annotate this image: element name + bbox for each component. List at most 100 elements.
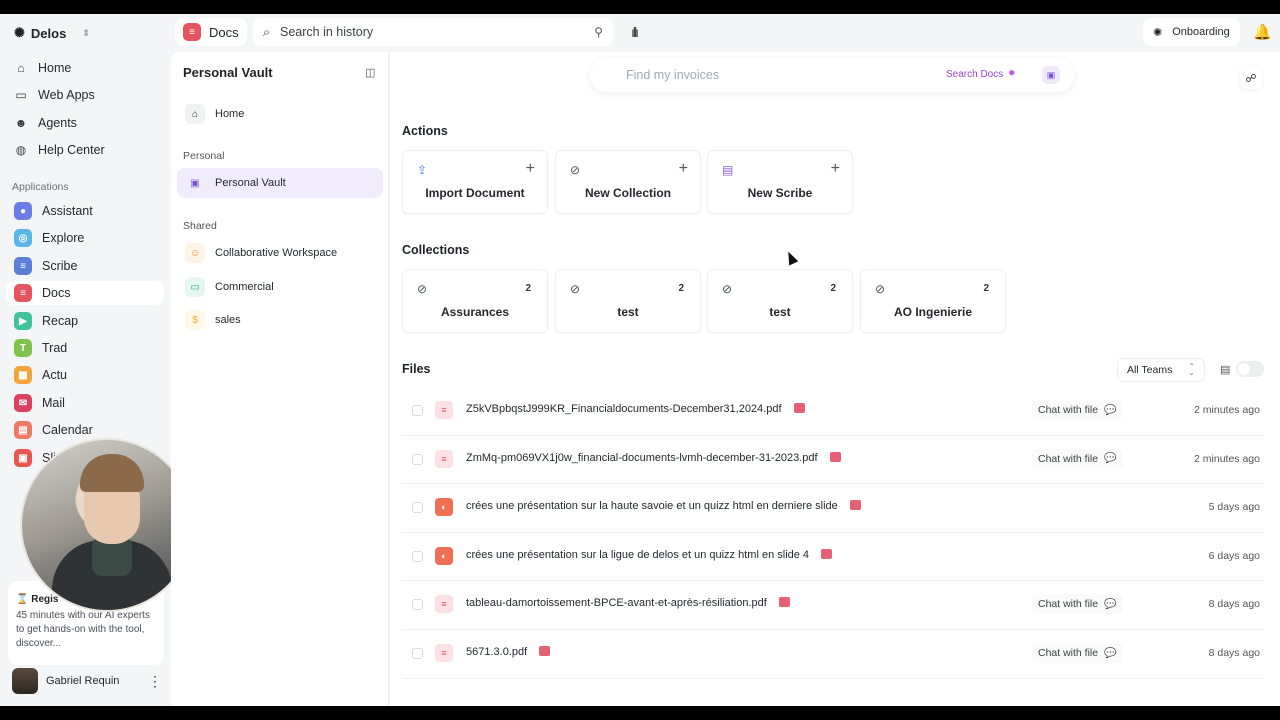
action-label: Import Document — [425, 186, 525, 200]
row-checkbox[interactable] — [412, 599, 423, 611]
find-docs-input[interactable]: Find my invoices Search Docs ✹ ▣ — [590, 58, 1074, 92]
panel-item-commercial[interactable]: ▭ Commercial — [177, 272, 383, 302]
file-name-text: crées une présentation sur la ligue de d… — [466, 548, 810, 561]
archive-icon[interactable]: ▤ — [1220, 363, 1230, 376]
row-checkbox[interactable] — [412, 502, 423, 514]
panel-item-label: Commercial — [215, 281, 274, 293]
collection-card[interactable]: ⊘ 2 test — [555, 269, 701, 333]
file-row[interactable]: ≡ tableau-damortoissement-BPCE-avant-et-a… — [402, 581, 1264, 630]
bell-icon[interactable]: 🔔 — [1253, 23, 1272, 41]
collection-icon: ⊘ — [417, 282, 428, 296]
current-app-pill[interactable]: ≡ Docs — [175, 18, 247, 46]
archive-toggle[interactable] — [1236, 361, 1264, 377]
sidebar-app-trad[interactable]: T Trad — [6, 336, 164, 360]
panel-item-label: Personal Vault — [215, 177, 286, 189]
chat-label: Chat with file — [1038, 404, 1099, 416]
brand-name: Delos — [30, 25, 67, 41]
file-modified-time: 8 days ago — [1208, 647, 1260, 659]
robot-icon: ☻ — [14, 116, 28, 130]
panel-item-sales[interactable]: $ sales — [177, 305, 383, 335]
new-scribe-card[interactable]: ▤ + New Scribe — [707, 150, 853, 214]
import-document-card[interactable]: ⇪ + Import Document — [402, 150, 548, 214]
sparkle-icon: ✹ — [1008, 68, 1016, 78]
file-name[interactable]: crées une présentation sur la haute savo… — [466, 500, 861, 512]
file-name[interactable]: 5671.3.0.pdf — [466, 646, 551, 658]
sidebar-app-mail[interactable]: ✉ Mail — [6, 391, 164, 415]
file-row[interactable]: ◐ crées une présentation sur la haute sav… — [402, 484, 1264, 533]
sidebar-item-label: Agents — [38, 116, 77, 130]
panel-item-home[interactable]: ⌂ Home — [177, 99, 383, 129]
sidebar-app-recap[interactable]: ▶ Recap — [6, 309, 164, 333]
team-settings-icon[interactable]: ☍ — [1240, 67, 1262, 89]
assistant-app-icon: ● — [14, 202, 32, 220]
chat-label: Chat with file — [1038, 452, 1099, 465]
new-collection-card[interactable]: ⊘ + New Collection — [555, 150, 701, 214]
file-name[interactable]: crées une présentation sur la ligue de d… — [466, 548, 833, 561]
teams-filter-select[interactable]: All Teams ⌃ ⌄ — [1117, 358, 1205, 382]
row-checkbox[interactable] — [412, 405, 423, 416]
home-icon: ⌂ — [17, 61, 25, 75]
sidebar-item-help-center[interactable]: ◍ Help Center — [6, 138, 164, 162]
pin-icon[interactable]: ⚲ — [594, 25, 603, 39]
file-modified-time: 8 days ago — [1208, 598, 1260, 611]
file-name-text: 5671.3.0.pdf — [466, 646, 528, 658]
docs-app-icon: ≡ — [14, 284, 32, 302]
workspace-button[interactable]: ✺ Onboarding — [1143, 18, 1240, 46]
file-name[interactable]: ZmMq-pm069VX1j0w_financial-documents-lvm… — [466, 451, 841, 464]
file-name[interactable]: Z5kVBpbqstJ999KR_Financialdocuments-Dece… — [466, 403, 805, 415]
audio-wave-icon[interactable]: ıllı — [631, 24, 639, 40]
collection-count: 2 — [830, 283, 836, 294]
file-row[interactable]: ≡ 5671.3.0.pdf Chat with file 💬 8 days ago — [402, 630, 1264, 679]
sidebar-item-agents[interactable]: ☻ Agents — [6, 111, 164, 135]
file-name[interactable]: tableau-damortoissement-BPCE-avant-et-ap… — [466, 597, 790, 609]
sidebar-app-actu[interactable]: ▦ Actu — [6, 363, 164, 387]
search-docs-button[interactable]: Search Docs — [946, 69, 1003, 80]
chat-label: Chat with file — [1038, 647, 1099, 659]
row-checkbox[interactable] — [412, 550, 423, 562]
sidebar-app-explore[interactable]: ◎ Explore — [6, 226, 164, 250]
dollar-icon: $ — [185, 310, 205, 330]
promo-text: 45 minutes with our AI experts to get ha… — [16, 610, 150, 649]
chevron-updown-icon: ⌃ ⌄ — [1188, 362, 1195, 377]
sidebar-app-docs[interactable]: ≡ Docs — [6, 281, 164, 305]
collection-count: 2 — [983, 283, 989, 294]
docs-scope-icon[interactable]: ▣ — [1042, 66, 1060, 84]
history-search-input[interactable]: ⌕ Search in history ⚲ — [253, 18, 613, 46]
file-modified-time: 5 days ago — [1208, 501, 1260, 514]
sidebar-app-assistant[interactable]: ● Assistant — [6, 199, 164, 223]
app-label: Trad — [42, 341, 68, 355]
chat-bubble-icon: 💬 — [1104, 598, 1117, 610]
row-checkbox[interactable] — [412, 648, 423, 659]
file-row[interactable]: ≡ ZmMq-pm069VX1j0w_financial-documents-lv… — [402, 436, 1264, 485]
chat-with-file-button[interactable]: Chat with file 💬 — [1032, 448, 1123, 469]
file-name-text: crées une présentation sur la haute savo… — [466, 500, 838, 513]
collapse-panel-icon[interactable]: ◫ — [365, 66, 375, 79]
collection-card[interactable]: ⊘ 2 test — [707, 269, 853, 333]
row-checkbox[interactable] — [412, 453, 423, 465]
user-profile[interactable]: Gabriel Requin ⋮ — [12, 668, 162, 694]
sidebar-item-home[interactable]: ⌂ Home — [6, 56, 164, 80]
more-vertical-icon[interactable]: ⋮ — [148, 673, 162, 690]
collection-card[interactable]: ⊘ 2 AO Ingenierie — [860, 269, 1006, 333]
collection-icon: ⊘ — [570, 163, 581, 177]
plus-icon: + — [830, 160, 840, 177]
chat-with-file-button[interactable]: Chat with file 💬 — [1032, 594, 1123, 615]
collections-heading: Collections — [402, 243, 470, 257]
panel-item-collaborative-workspace[interactable]: ☺ Collaborative Workspace — [177, 238, 383, 268]
chat-with-file-button[interactable]: Chat with file 💬 — [1032, 400, 1123, 420]
vault-panel: Personal Vault ◫ ⌂ Home Personal ▣ Perso… — [171, 52, 389, 706]
chat-with-file-button[interactable]: Chat with file 💬 — [1032, 643, 1123, 663]
money-icon: ▭ — [185, 277, 205, 297]
file-row[interactable]: ≡ Z5kVBpbqstJ999KR_Financialdocuments-Dec… — [402, 387, 1264, 436]
chevron-updown-icon: ⇕ — [82, 27, 90, 38]
vault-icon: ▣ — [190, 177, 200, 189]
sidebar-app-scribe[interactable]: ≡ Scribe — [6, 254, 164, 278]
workspace-switcher[interactable]: ✺ Delos ⇕ — [14, 22, 90, 44]
sidebar-app-calendar[interactable]: ▤ Calendar — [6, 418, 164, 442]
panel-item-personal-vault[interactable]: ▣ Personal Vault — [177, 168, 383, 198]
action-label: New Collection — [584, 186, 671, 200]
file-modified-time: 2 minutes ago — [1194, 404, 1260, 416]
sidebar-item-web-apps[interactable]: ▭ Web Apps — [6, 83, 164, 107]
file-row[interactable]: ◐ crées une présentation sur la ligue de … — [402, 533, 1264, 582]
collection-card[interactable]: ⊘ 2 Assurances — [402, 269, 548, 333]
